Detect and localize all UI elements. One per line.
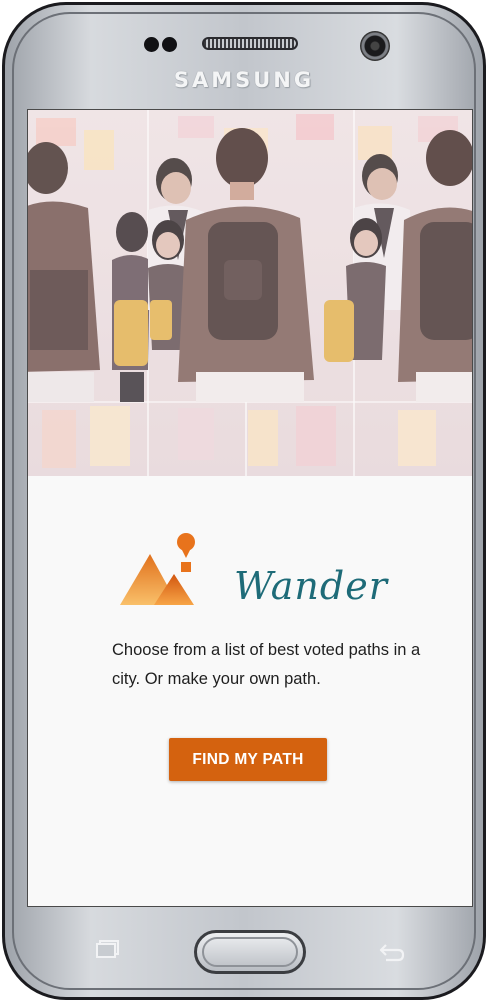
back-icon[interactable] [378,941,406,963]
front-sensor [144,37,159,52]
crowd-street-photo [28,110,472,476]
front-sensor [162,37,177,52]
phone-frame: SAMSUNG Wander Choose from a list of bes… [2,2,486,1000]
app-description: Choose from a list of best voted paths i… [112,641,421,688]
find-my-path-button[interactable]: FIND MY PATH [169,738,327,781]
front-camera-icon [360,31,390,61]
app-title: Wander [234,564,388,608]
app-screen: Wander Choose from a list of best voted … [27,109,473,907]
earpiece-speaker [202,37,298,50]
recents-icon[interactable] [96,940,120,958]
home-button[interactable] [194,930,306,974]
mountain-pin-icon [120,533,195,605]
device-brand-logo: SAMSUNG [173,68,315,92]
intro-content: Wander Choose from a list of best voted … [28,476,472,906]
hero-image [28,110,472,476]
